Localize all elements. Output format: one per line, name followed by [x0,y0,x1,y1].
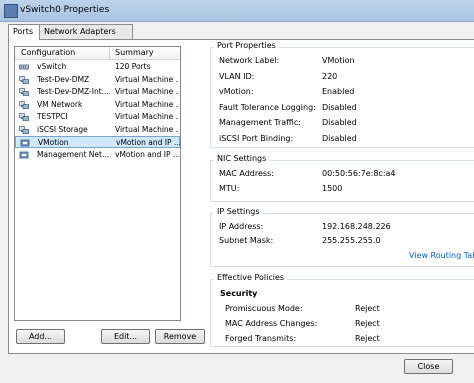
port-group-icon [19,88,29,96]
list-row[interactable]: VMotion vMotion and IP ... [15,136,180,148]
property-value: Reject [355,334,380,343]
tab-ports[interactable]: Ports [8,24,40,40]
property-label: iSCSI Port Binding: [219,133,294,143]
effective-policies-title: Effective Policies [214,273,288,282]
port-properties-title: Port Properties [214,41,279,50]
column-header-summary[interactable]: Summary [115,48,154,57]
property-value: VMotion [322,56,355,65]
property-value: 255.255.255.0 [322,236,381,245]
property-value: Disabled [322,118,357,127]
port-group-icon [19,113,29,121]
property-label: MAC Address Changes: [225,319,318,328]
port-group-icon [19,75,29,84]
property-value: 00:50:56:7e:8c:a4 [322,169,396,178]
row-configuration: VM Network [37,99,83,109]
tab-network-adapters[interactable]: Network Adapters [39,24,133,39]
row-summary: Virtual Machine ... [115,112,179,121]
row-summary: Virtual Machine ... [115,99,179,109]
edit-button[interactable]: Edit... [101,329,150,344]
app-icon [4,4,18,18]
property-label: VLAN ID: [219,71,255,81]
property-label: Fault Tolerance Logging: [219,102,316,112]
row-summary: Virtual Machine ... [115,87,179,96]
row-summary: Virtual Machine ... [115,74,179,84]
port-group-icon [19,100,29,109]
row-configuration: Management Net... [37,149,109,159]
column-divider[interactable] [109,47,110,59]
list-row[interactable]: TESTPCI Virtual Machine ... [15,111,180,123]
row-configuration: vSwitch [37,62,67,71]
property-label: MAC Address: [219,169,274,178]
property-label: Promiscuous Mode: [225,304,303,313]
list-header: Configuration Summary [15,47,180,60]
property-label: MTU: [219,184,240,193]
row-configuration: Test-Dev-DMZ-Int... [37,87,109,96]
list-row[interactable]: VM Network Virtual Machine ... [15,99,180,111]
row-summary: vMotion and IP ... [116,138,180,147]
security-heading: Security [220,289,258,298]
row-summary: 120 Ports [115,62,151,71]
property-label: vMotion: [219,87,254,96]
add-button[interactable]: Add... [16,329,65,344]
list-row[interactable]: Test-Dev-DMZ Virtual Machine ... [15,74,180,86]
configuration-list[interactable]: Configuration Summary vSwitch 120 Ports Te… [14,46,181,321]
ip-settings-title: IP Settings [214,207,263,216]
property-label: Management Traffic: [219,118,301,127]
row-summary: vMotion and IP ... [115,149,179,159]
property-label: Network Label: [219,56,280,65]
property-value: Reject [355,319,380,328]
list-row[interactable]: Test-Dev-DMZ-Int... Virtual Machine ... [15,86,180,98]
port-group-icon [19,125,29,134]
nic-settings-group [210,160,474,202]
switch-icon [19,64,29,70]
row-summary: Virtual Machine ... [115,124,179,134]
row-configuration: VMotion [38,138,69,147]
property-label: IP Address: [219,222,264,231]
property-value: 220 [322,71,338,81]
property-value: Disabled [322,102,357,112]
title-bar: vSwitch0 Properties Standard Switch: vSw… [0,0,474,22]
property-label: Subnet Mask: [219,236,274,245]
row-configuration: Test-Dev-DMZ [37,74,90,84]
view-routing-table-link[interactable]: View Routing Table [409,251,474,260]
property-value: Enabled [322,87,355,96]
property-value: 192.168.248.226 [322,222,391,231]
property-value: Disabled [322,133,357,143]
row-configuration: TESTPCI [37,112,68,121]
list-row[interactable]: iSCSI Storage Virtual Machine ... [15,124,180,136]
nic-settings-title: NIC Settings [214,154,270,163]
property-value: 1500 [322,184,343,193]
list-row[interactable]: Management Net... vMotion and IP ... [15,149,180,161]
column-header-configuration[interactable]: Configuration [21,48,75,57]
property-value: Reject [355,304,380,313]
row-configuration: iSCSI Storage [37,124,88,134]
window-title: vSwitch0 Properties [20,5,110,15]
close-button[interactable]: Close [404,359,453,374]
list-row[interactable]: vSwitch 120 Ports [15,61,180,73]
remove-button[interactable]: Remove [155,329,205,344]
background-window-text: Standard Switch: vSwitch0 [135,11,242,20]
property-label: Forged Transmits: [225,334,297,343]
vmkernel-icon [19,151,29,158]
vmkernel-icon [20,139,30,147]
